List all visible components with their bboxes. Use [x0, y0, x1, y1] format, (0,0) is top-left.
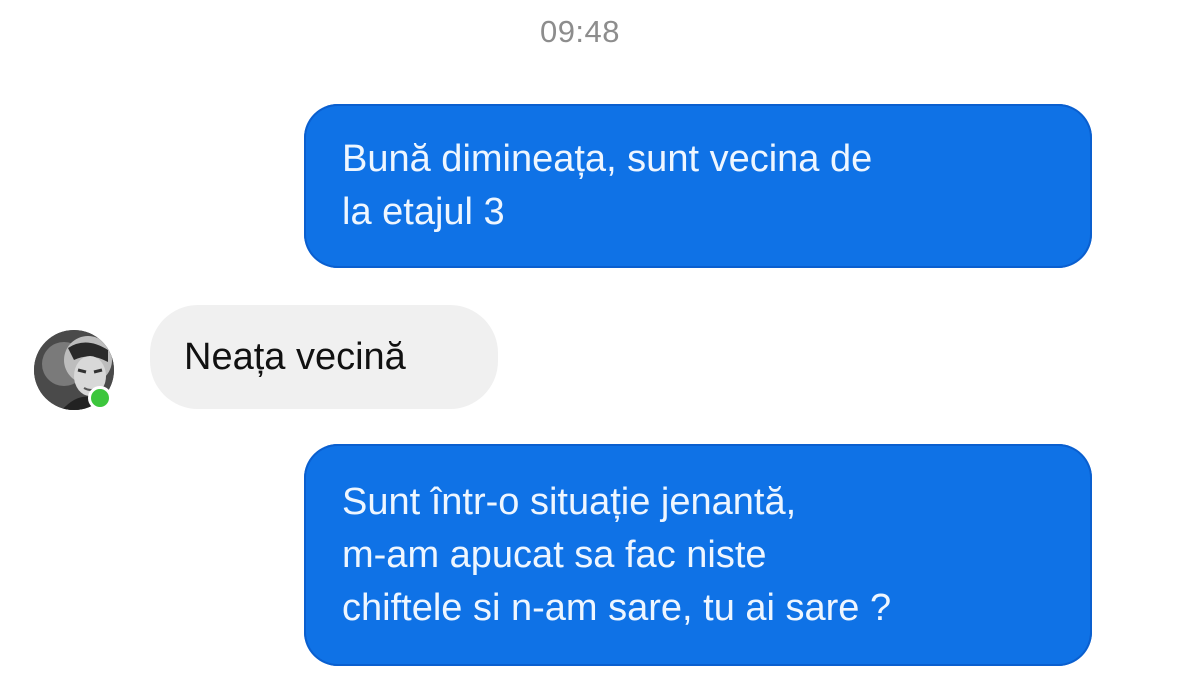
outgoing-message-bubble[interactable]: Sunt într-o situație jenantă, m-am apuca…	[304, 444, 1092, 666]
sender-avatar[interactable]	[34, 330, 114, 410]
online-status-indicator	[88, 386, 112, 410]
message-timestamp: 09:48	[539, 14, 621, 49]
message-text: Bună dimineața, sunt vecina de la etajul…	[342, 138, 873, 233]
message-text: Neața vecină	[184, 335, 406, 378]
message-text: Sunt într-o situație jenantă, m-am apuca…	[342, 480, 892, 629]
outgoing-message-bubble[interactable]: Bună dimineața, sunt vecina de la etajul…	[304, 104, 1092, 268]
incoming-message-bubble[interactable]: Neața vecină	[150, 305, 498, 409]
